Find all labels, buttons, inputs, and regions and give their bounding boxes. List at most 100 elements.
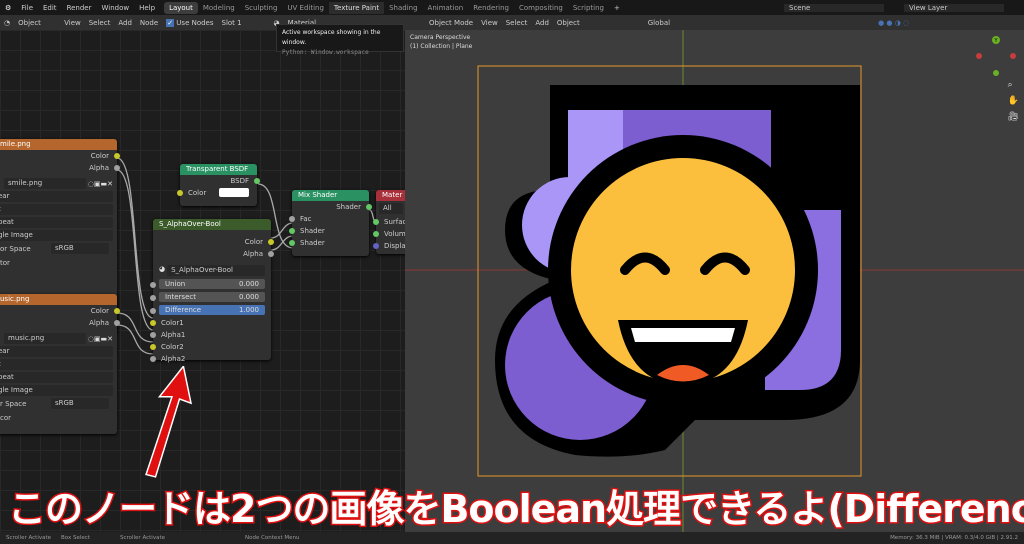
tab-sculpting[interactable]: Sculpting bbox=[240, 2, 283, 14]
menu-help[interactable]: Help bbox=[134, 4, 160, 12]
menu-file[interactable]: File bbox=[16, 4, 38, 12]
socket[interactable] bbox=[114, 165, 120, 171]
color-space-dropdown[interactable]: sRGB bbox=[51, 398, 109, 409]
interpolation-dropdown[interactable]: ear bbox=[0, 346, 113, 357]
menu-view[interactable]: View bbox=[481, 19, 498, 27]
target-dropdown[interactable]: All bbox=[379, 203, 403, 214]
editor-type-icon[interactable]: ◔ bbox=[4, 19, 10, 27]
image-action-icons[interactable]: ◌▣▬✕ bbox=[88, 180, 113, 188]
tab-texture-paint[interactable]: Texture Paint bbox=[328, 1, 385, 14]
socket[interactable] bbox=[373, 231, 379, 237]
object-mode-dropdown[interactable]: Object Mode bbox=[429, 19, 473, 27]
extension-dropdown[interactable]: peat bbox=[0, 372, 113, 383]
socket[interactable] bbox=[254, 178, 260, 184]
tab-rendering[interactable]: Rendering bbox=[468, 2, 514, 14]
image-field[interactable]: music.png bbox=[4, 333, 86, 344]
color-space-dropdown[interactable]: sRGB bbox=[51, 243, 109, 254]
menu-view[interactable]: View bbox=[64, 19, 81, 27]
difference-field[interactable]: Difference 1.000 bbox=[159, 305, 265, 315]
socket[interactable] bbox=[150, 344, 156, 350]
image-field[interactable]: smile.png bbox=[4, 178, 86, 189]
menu-add[interactable]: Add bbox=[118, 19, 132, 27]
node-tree-field[interactable]: S_AlphaOver-Bool bbox=[167, 265, 265, 276]
transparent-bsdf-node[interactable]: Transparent BSDF BSDF Color bbox=[177, 164, 260, 206]
pan-hand-icon[interactable]: ✋ bbox=[1008, 96, 1019, 106]
input-shader2: Shader bbox=[300, 239, 325, 247]
scene-field[interactable]: Scene bbox=[784, 3, 884, 12]
socket[interactable] bbox=[114, 308, 120, 314]
node-group-icon[interactable]: ◕ bbox=[159, 265, 165, 276]
socket[interactable] bbox=[150, 356, 156, 362]
output-alpha: Alpha bbox=[0, 162, 120, 174]
tab-modeling[interactable]: Modeling bbox=[198, 2, 240, 14]
menu-add[interactable]: Add bbox=[535, 19, 549, 27]
menu-object[interactable]: Object bbox=[557, 19, 580, 27]
node-editor[interactable]: mile.png Color Alpha smile.png◌▣▬✕ ear t… bbox=[0, 30, 416, 532]
orientation-dropdown[interactable]: Global bbox=[648, 19, 670, 27]
menu-node[interactable]: Node bbox=[140, 19, 158, 27]
tooltip: Active workspace showing in the window. … bbox=[276, 24, 404, 56]
smile-emoji-shape bbox=[548, 135, 818, 405]
socket[interactable] bbox=[289, 228, 295, 234]
slot-dropdown[interactable]: Slot 1 bbox=[222, 19, 266, 27]
socket[interactable] bbox=[150, 282, 156, 288]
menu-select[interactable]: Select bbox=[89, 19, 111, 27]
source-dropdown[interactable]: gle Image bbox=[0, 230, 113, 241]
tab-uv-editing[interactable]: UV Editing bbox=[282, 2, 329, 14]
color-swatch[interactable] bbox=[219, 188, 249, 197]
socket[interactable] bbox=[150, 320, 156, 326]
socket[interactable] bbox=[373, 219, 379, 225]
image-action-icons[interactable]: ◌▣▬✕ bbox=[88, 335, 113, 343]
view-layer-field[interactable]: View Layer bbox=[904, 3, 1004, 12]
socket[interactable] bbox=[366, 204, 372, 210]
shading-buttons[interactable]: ● ● ◑ ◌ bbox=[878, 19, 909, 27]
menu-edit[interactable]: Edit bbox=[38, 4, 62, 12]
tab-shading[interactable]: Shading bbox=[384, 2, 422, 14]
source-dropdown[interactable]: gle Image bbox=[0, 385, 113, 396]
output-color: Color bbox=[244, 238, 263, 246]
projection-dropdown[interactable]: t bbox=[0, 359, 113, 370]
status-box-select: Box Select bbox=[61, 535, 90, 541]
add-workspace-button[interactable]: + bbox=[609, 4, 625, 12]
vector-input: cor bbox=[0, 414, 12, 422]
mix-shader-node[interactable]: Mix Shader Shader Fac Shader Shader bbox=[289, 190, 372, 256]
tab-compositing[interactable]: Compositing bbox=[514, 2, 568, 14]
input-color1: Color1 bbox=[161, 319, 184, 327]
camera-view-icon[interactable]: 🎥︎ bbox=[1008, 112, 1019, 122]
socket[interactable] bbox=[268, 239, 274, 245]
socket[interactable] bbox=[114, 153, 120, 159]
input-color: Color bbox=[177, 187, 257, 199]
node-title: Mix Shader bbox=[292, 190, 369, 201]
socket[interactable] bbox=[177, 190, 183, 196]
extension-dropdown[interactable]: peat bbox=[0, 217, 113, 228]
blender-logo-icon[interactable]: ⚙ bbox=[0, 4, 16, 12]
socket[interactable] bbox=[289, 216, 295, 222]
socket[interactable] bbox=[150, 308, 156, 314]
menu-render[interactable]: Render bbox=[62, 4, 97, 12]
menu-window[interactable]: Window bbox=[96, 4, 134, 12]
use-nodes-checkbox[interactable]: ✓ Use Nodes bbox=[166, 18, 214, 27]
tab-scripting[interactable]: Scripting bbox=[568, 2, 609, 14]
tab-animation[interactable]: Animation bbox=[423, 2, 469, 14]
projection-dropdown[interactable]: t bbox=[0, 204, 113, 215]
socket[interactable] bbox=[150, 295, 156, 301]
image-node-music[interactable]: usic.png Color Alpha music.png◌▣▬✕ ear t… bbox=[0, 294, 120, 434]
socket[interactable] bbox=[373, 243, 379, 249]
union-field[interactable]: Union 0.000 bbox=[159, 279, 265, 289]
socket[interactable] bbox=[114, 320, 120, 326]
tab-layout[interactable]: Layout bbox=[164, 1, 198, 14]
color-space-label: r Space bbox=[0, 400, 27, 408]
intersect-field[interactable]: Intersect 0.000 bbox=[159, 292, 265, 302]
use-nodes-label: Use Nodes bbox=[176, 18, 214, 27]
input-color2: Color2 bbox=[161, 343, 184, 351]
socket[interactable] bbox=[150, 332, 156, 338]
alpha-over-bool-group-node[interactable]: S_AlphaOver-Bool Color Alpha ◕ S_AlphaOve… bbox=[150, 219, 274, 363]
socket[interactable] bbox=[289, 240, 295, 246]
zoom-icon[interactable]: ⌕ bbox=[1008, 80, 1019, 90]
input-shader1: Shader bbox=[300, 227, 325, 235]
socket[interactable] bbox=[268, 251, 274, 257]
3d-viewport[interactable]: Camera Perspective (1) Collection | Plan… bbox=[405, 30, 1024, 532]
object-dropdown[interactable]: Object bbox=[18, 19, 56, 27]
interpolation-dropdown[interactable]: ear bbox=[0, 191, 113, 202]
menu-select[interactable]: Select bbox=[506, 19, 528, 27]
